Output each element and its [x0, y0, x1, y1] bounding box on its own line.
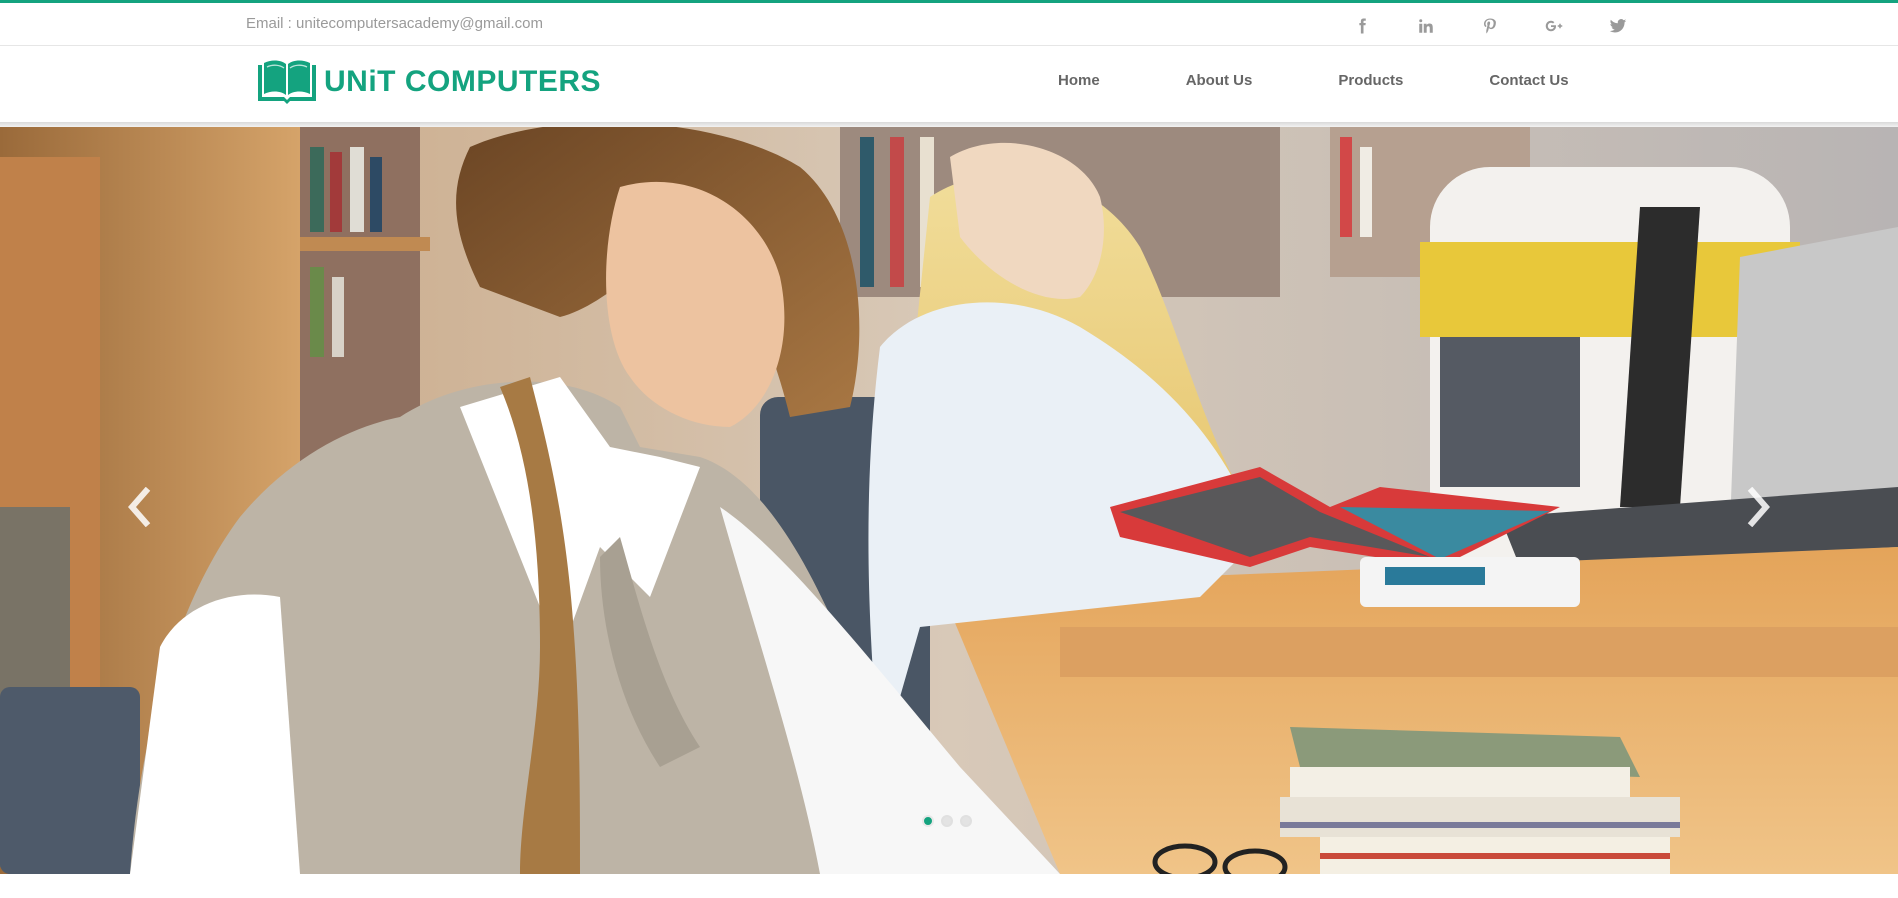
students-reading-photo	[0, 127, 1898, 874]
social-links	[1330, 11, 1650, 41]
linkedin-icon	[1419, 19, 1433, 33]
open-book-icon	[258, 60, 316, 104]
chevron-left-icon	[128, 487, 151, 527]
slider-pagination	[922, 815, 979, 827]
site-header: UNiT COMPUTERS Home About Us Products Co…	[0, 46, 1898, 122]
twitter-icon	[1609, 19, 1627, 33]
slider-next-button[interactable]	[1728, 477, 1788, 537]
top-bar: Email : unitecomputersacademy@gmail.com	[0, 3, 1898, 46]
slider-dot-2[interactable]	[941, 815, 953, 827]
hero-slider[interactable]	[0, 127, 1898, 874]
pinterest-icon	[1484, 18, 1496, 34]
slider-prev-button[interactable]	[110, 477, 170, 537]
nav-products[interactable]: Products	[1338, 72, 1403, 89]
main-nav: Home About Us Products Contact Us	[1058, 72, 1569, 89]
twitter-link[interactable]	[1586, 11, 1650, 41]
nav-about-us[interactable]: About Us	[1186, 72, 1253, 89]
slider-dot-3[interactable]	[960, 815, 972, 827]
chevron-right-icon	[1747, 487, 1770, 527]
linkedin-link[interactable]	[1394, 11, 1458, 41]
brand-name: UNiT COMPUTERS	[324, 65, 601, 98]
contact-email: Email : unitecomputersacademy@gmail.com	[246, 15, 544, 32]
brand-logo[interactable]: UNiT COMPUTERS	[254, 59, 601, 105]
pinterest-link[interactable]	[1458, 11, 1522, 41]
facebook-link[interactable]	[1330, 11, 1394, 41]
nav-home[interactable]: Home	[1058, 72, 1100, 89]
google-plus-link[interactable]	[1522, 11, 1586, 41]
facebook-icon	[1359, 18, 1366, 34]
slider-dot-1[interactable]	[922, 815, 934, 827]
nav-contact-us[interactable]: Contact Us	[1489, 72, 1568, 89]
google-plus-icon	[1545, 20, 1563, 32]
content-below-slider	[0, 874, 1898, 898]
